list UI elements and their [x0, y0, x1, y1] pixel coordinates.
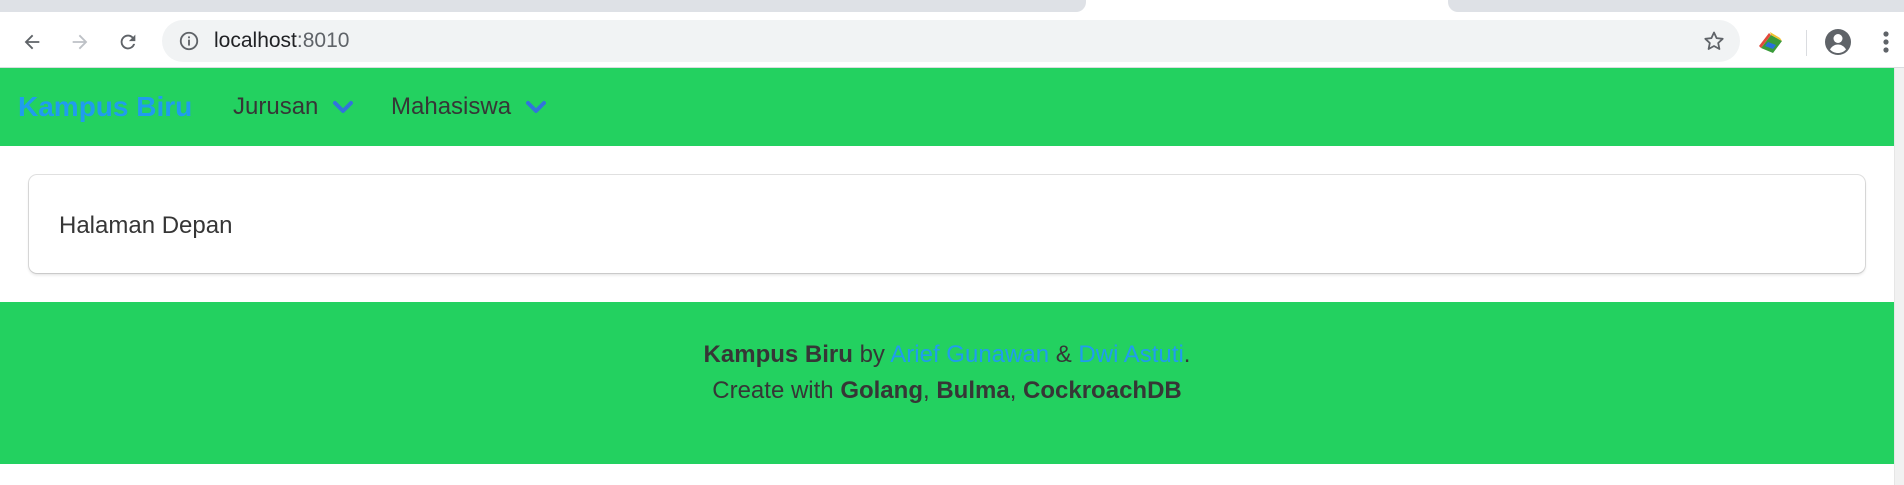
footer-create-with: Create with	[712, 377, 834, 404]
reload-icon	[120, 34, 136, 50]
star-icon[interactable]	[1702, 29, 1726, 53]
footer-credits: Kampus Biru by Arief Gunawan & Dwi Astut…	[0, 338, 1894, 372]
reload-button[interactable]	[110, 24, 146, 60]
address-bar[interactable]: localhost:8010	[162, 20, 1740, 62]
forward-button[interactable]	[62, 24, 98, 60]
tech-cockroachdb: CockroachDB	[1023, 377, 1182, 404]
navbar: Kampus Biru Jurusan Mahasiswa	[0, 68, 1894, 146]
url-host: localhost	[214, 29, 297, 52]
toolbar-separator	[1806, 30, 1807, 56]
chevron-down-icon	[526, 101, 547, 113]
author-link-arief[interactable]: Arief Gunawan	[890, 341, 1049, 368]
footer-by: by	[859, 341, 885, 368]
author-link-dwi[interactable]: Dwi Astuti	[1078, 341, 1183, 368]
info-icon[interactable]	[178, 30, 200, 52]
footer-amp: &	[1055, 341, 1072, 368]
extension-icon[interactable]	[1756, 28, 1786, 58]
url-port: :8010	[296, 29, 350, 52]
tech-separator: ,	[1009, 377, 1017, 404]
tech-golang: Golang	[840, 377, 923, 404]
tech-bulma: Bulma	[936, 377, 1010, 404]
page-scrollbar[interactable]	[1894, 68, 1904, 485]
page-viewport: Kampus Biru Jurusan Mahasiswa Halaman De…	[0, 68, 1894, 485]
tab-strip	[0, 0, 1904, 14]
content-box: Halaman Depan	[29, 175, 1865, 273]
nav-dropdown-mahasiswa[interactable]: Mahasiswa	[391, 90, 547, 124]
page-heading: Halaman Depan	[59, 212, 233, 239]
nav-dropdown-label: Jurusan	[233, 93, 319, 120]
brand-link[interactable]: Kampus Biru	[18, 89, 192, 125]
footer-tech: Create with Golang, Bulma, CockroachDB	[0, 374, 1894, 408]
chevron-down-icon	[333, 101, 354, 113]
browser-toolbar: localhost:8010	[0, 14, 1904, 68]
nav-dropdown-jurusan[interactable]: Jurusan	[233, 90, 354, 124]
back-button[interactable]	[14, 24, 50, 60]
nav-dropdown-label: Mahasiswa	[391, 93, 512, 120]
arrow-left-icon	[24, 34, 40, 50]
more-vert-icon[interactable]	[1880, 28, 1892, 56]
footer: Kampus Biru by Arief Gunawan & Dwi Astut…	[0, 302, 1894, 464]
footer-brand: Kampus Biru	[703, 341, 853, 368]
tech-separator: ,	[922, 377, 930, 404]
profile-icon[interactable]	[1822, 26, 1854, 58]
url-text[interactable]: localhost:8010	[214, 30, 349, 52]
footer-period: .	[1183, 341, 1191, 368]
arrow-right-icon	[72, 34, 88, 50]
tab-inactive[interactable]	[1448, 0, 1904, 12]
tab-inactive[interactable]	[0, 0, 1086, 12]
